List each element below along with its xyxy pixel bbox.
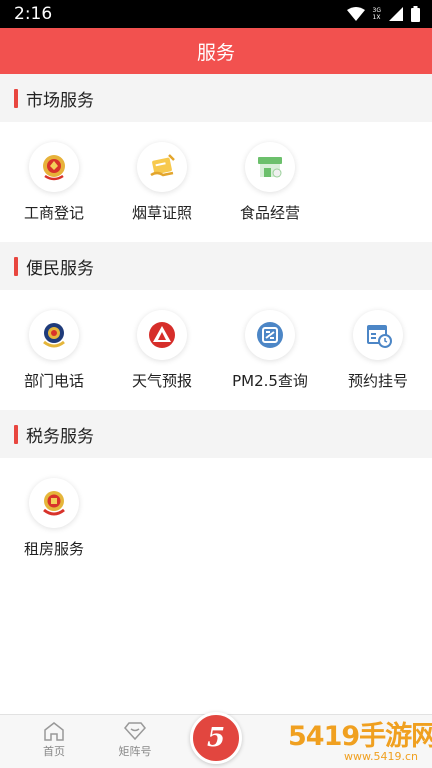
storefront-icon	[245, 142, 295, 192]
nav-item-matrix[interactable]: 矩阵号	[105, 721, 165, 759]
page-header: 服务	[0, 28, 432, 74]
signal-icon	[389, 7, 403, 21]
grid-item-label: 工商登记	[23, 204, 84, 222]
air-quality-icon	[245, 310, 295, 360]
network-label-top: 3G	[372, 7, 381, 14]
wifi-icon	[346, 7, 365, 21]
calendar-clock-icon	[353, 310, 403, 360]
center-button-label: 5	[206, 723, 226, 753]
grid-item-department-phone[interactable]: 部门电话	[0, 310, 108, 391]
nav-item-home[interactable]: 首页	[24, 721, 84, 759]
status-bar: 2:16 3G 1X	[0, 0, 432, 28]
watermark-url: www.5419.cn	[344, 750, 418, 763]
emblem-icon	[29, 142, 79, 192]
grid-item-appointment[interactable]: 预约挂号	[324, 310, 432, 391]
section-header-convenience: 便民服务	[0, 242, 432, 290]
grid-item-label: PM2.5查询	[232, 372, 308, 390]
section-market: 工商登记 烟草证照 食品经营	[0, 122, 432, 242]
police-emblem-icon	[29, 310, 79, 360]
tax-emblem-icon	[29, 478, 79, 528]
grid-item-label: 部门电话	[23, 372, 84, 390]
license-hand-icon	[137, 142, 187, 192]
page-title: 服务	[196, 41, 235, 64]
watermark-logo: 5419手游网 www.5419.cn	[286, 712, 432, 768]
watermark-text: 5419手游网	[288, 721, 432, 752]
section-accent-bar	[14, 256, 18, 276]
grid-item-label: 食品经营	[239, 204, 300, 222]
grid-item-pm25[interactable]: PM2.5查询	[216, 310, 324, 391]
section-convenience: 部门电话 天气预报 PM2.5查询 预约挂号	[0, 290, 432, 410]
section-title: 市场服务	[26, 90, 94, 111]
grid-item-tobacco-license[interactable]: 烟草证照	[108, 142, 216, 223]
section-title: 便民服务	[26, 258, 94, 279]
nav-label: 矩阵号	[118, 745, 152, 758]
network-label-bottom: 1X	[372, 14, 381, 21]
section-header-tax: 税务服务	[0, 410, 432, 458]
grid-item-label: 预约挂号	[347, 372, 408, 390]
grid-item-food-business[interactable]: 食品经营	[216, 142, 324, 223]
diamond-icon	[124, 722, 146, 741]
status-icons: 3G 1X	[346, 6, 420, 22]
grid-item-business-registration[interactable]: 工商登记	[0, 142, 108, 223]
section-accent-bar	[14, 424, 18, 444]
grid-item-label: 租房服务	[23, 540, 84, 558]
weather-logo-icon	[137, 310, 187, 360]
network-type-indicator: 3G 1X	[373, 7, 381, 21]
home-icon	[44, 722, 64, 741]
section-title: 税务服务	[26, 426, 94, 447]
grid-item-label: 天气预报	[131, 372, 192, 390]
section-accent-bar	[14, 88, 18, 108]
section-header-market: 市场服务	[0, 74, 432, 122]
nav-label: 首页	[43, 745, 65, 758]
grid-item-label: 烟草证照	[131, 204, 192, 222]
status-time: 2:16	[14, 4, 53, 24]
grid-item-rental-service[interactable]: 租房服务	[0, 478, 108, 559]
battery-icon	[411, 6, 420, 22]
grid-item-weather[interactable]: 天气预报	[108, 310, 216, 391]
section-tax: 租房服务	[0, 458, 432, 714]
center-action-button[interactable]: 5	[190, 712, 242, 764]
